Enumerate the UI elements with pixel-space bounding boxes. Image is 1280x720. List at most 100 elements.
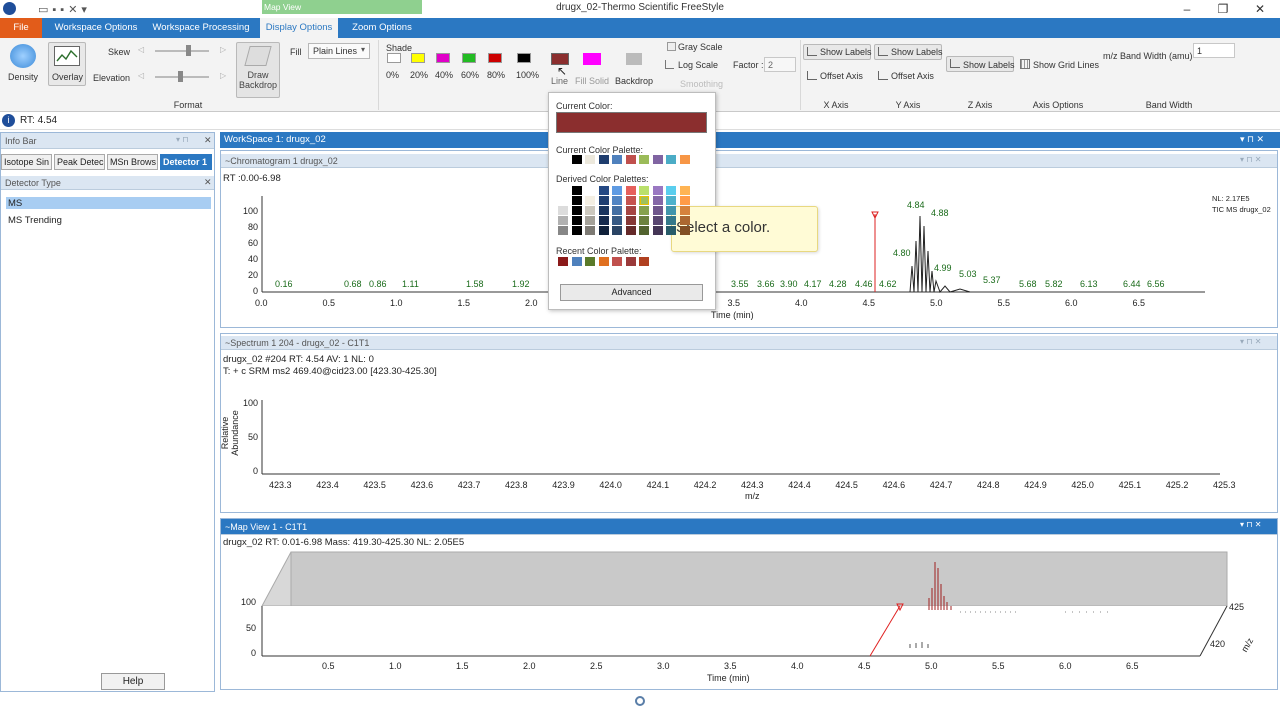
derived-swatch[interactable] [558, 196, 568, 205]
derived-swatch[interactable] [612, 216, 622, 225]
spectrum-window-controls[interactable]: ▾ ⊓ ✕ [1240, 337, 1261, 346]
derived-swatch[interactable] [652, 186, 663, 195]
derived-swatch[interactable] [625, 206, 636, 215]
shade-swatch[interactable] [436, 53, 450, 63]
panel-pin-icons[interactable]: ▾ ⊓ [176, 135, 188, 144]
palette-swatch[interactable] [598, 155, 609, 164]
derived-swatch[interactable] [558, 186, 568, 195]
maximize-icon[interactable]: ❐ [1206, 0, 1240, 18]
recent-swatch[interactable] [585, 257, 595, 266]
close-icon[interactable]: ✕ [1243, 0, 1277, 18]
derived-swatch[interactable] [679, 196, 690, 205]
palette-swatch[interactable] [571, 155, 582, 164]
skew-slider[interactable] [155, 50, 209, 52]
derived-swatch[interactable] [652, 206, 663, 215]
derived-swatch[interactable] [612, 186, 622, 195]
skew-right-icon[interactable]: ▷ [220, 45, 226, 54]
tab-display-options[interactable]: Display Options [260, 18, 338, 38]
derived-swatch[interactable] [571, 216, 582, 225]
backdrop-color-swatch[interactable] [626, 53, 642, 65]
list-item-ms-trending[interactable]: MS Trending [8, 215, 62, 226]
minimize-icon[interactable]: – [1170, 0, 1204, 18]
recent-swatch[interactable] [625, 257, 636, 266]
tab-workspace-options[interactable]: Workspace Options [50, 18, 142, 38]
palette-swatch[interactable] [612, 155, 622, 164]
derived-swatch[interactable] [679, 226, 690, 235]
palette-swatch[interactable] [679, 155, 690, 164]
chromatogram-window-controls[interactable]: ▾ ⊓ ✕ [1240, 155, 1261, 164]
recent-swatch[interactable] [612, 257, 622, 266]
derived-swatch[interactable] [666, 216, 676, 225]
derived-swatch[interactable] [625, 226, 636, 235]
tab-zoom-options[interactable]: Zoom Options [346, 18, 418, 38]
derived-swatch[interactable] [585, 216, 595, 225]
derived-swatch[interactable] [652, 216, 663, 225]
workspace-window-controls[interactable]: ▾ ⊓ ✕ [1240, 134, 1264, 145]
tab-peak-detection[interactable]: Peak Detec [54, 154, 105, 170]
derived-swatch[interactable] [639, 226, 649, 235]
x-offset-axis-label[interactable]: Offset Axis [820, 71, 863, 81]
derived-swatch[interactable] [612, 226, 622, 235]
shade-swatch[interactable] [411, 53, 425, 63]
palette-swatch[interactable] [666, 155, 676, 164]
derived-swatch[interactable] [585, 196, 595, 205]
derived-swatch[interactable] [558, 226, 568, 235]
derived-swatch[interactable] [666, 186, 676, 195]
shade-swatch[interactable] [387, 53, 401, 63]
derived-swatch[interactable] [652, 196, 663, 205]
derived-swatch[interactable] [598, 216, 609, 225]
derived-swatch[interactable] [625, 186, 636, 195]
mapview-plot[interactable] [220, 548, 1278, 678]
palette-swatch[interactable] [558, 155, 568, 164]
shade-swatch[interactable] [462, 53, 476, 63]
advanced-button[interactable]: Advanced [560, 284, 703, 301]
derived-swatch[interactable] [639, 186, 649, 195]
palette-swatch[interactable] [652, 155, 663, 164]
tab-msn-browser[interactable]: MSn Brows [107, 154, 158, 170]
mapview-window-controls[interactable]: ▾ ⊓ ✕ [1240, 520, 1261, 529]
recent-swatch[interactable] [558, 257, 568, 266]
derived-swatch[interactable] [558, 216, 568, 225]
derived-swatch[interactable] [679, 206, 690, 215]
recent-swatch[interactable] [571, 257, 582, 266]
recent-swatch[interactable] [598, 257, 609, 266]
palette-swatch[interactable] [639, 155, 649, 164]
elevation-right-icon[interactable]: ▷ [220, 71, 226, 80]
recent-swatch[interactable] [639, 257, 649, 266]
derived-swatch[interactable] [585, 226, 595, 235]
derived-swatch[interactable] [598, 186, 609, 195]
derived-swatch[interactable] [571, 196, 582, 205]
derived-swatch[interactable] [652, 226, 663, 235]
tab-file[interactable]: File [0, 18, 42, 38]
derived-swatch[interactable] [612, 196, 622, 205]
derived-swatch[interactable] [625, 196, 636, 205]
derived-swatch[interactable] [639, 216, 649, 225]
skew-left-icon[interactable]: ◁ [138, 45, 144, 54]
derived-swatch[interactable] [625, 216, 636, 225]
derived-swatch[interactable] [571, 206, 582, 215]
derived-swatch[interactable] [679, 216, 690, 225]
density-icon[interactable] [10, 44, 36, 68]
fill-solid-color-swatch[interactable] [583, 53, 601, 65]
derived-swatch[interactable] [666, 196, 676, 205]
y-offset-axis-label[interactable]: Offset Axis [891, 71, 934, 81]
gray-scale-icon[interactable] [667, 42, 676, 51]
derived-swatch[interactable] [571, 186, 582, 195]
close-icon[interactable]: ✕ [204, 177, 212, 188]
derived-swatch[interactable] [612, 206, 622, 215]
derived-swatch[interactable] [598, 196, 609, 205]
close-icon[interactable]: ✕ [204, 135, 212, 146]
derived-swatch[interactable] [666, 226, 676, 235]
show-grid-lines-label[interactable]: Show Grid Lines [1033, 60, 1099, 70]
log-scale-icon[interactable] [665, 60, 674, 69]
derived-swatch[interactable] [639, 206, 649, 215]
derived-swatch[interactable] [571, 226, 582, 235]
derived-swatch[interactable] [585, 206, 595, 215]
tab-detector-1[interactable]: Detector 1 [160, 154, 212, 170]
derived-swatch[interactable] [666, 206, 676, 215]
derived-swatch[interactable] [558, 206, 568, 215]
shade-swatch[interactable] [517, 53, 531, 63]
help-button[interactable]: Help [101, 673, 165, 690]
skew-slider-thumb[interactable] [186, 45, 191, 56]
tab-workspace-processing[interactable]: Workspace Processing [150, 18, 252, 38]
